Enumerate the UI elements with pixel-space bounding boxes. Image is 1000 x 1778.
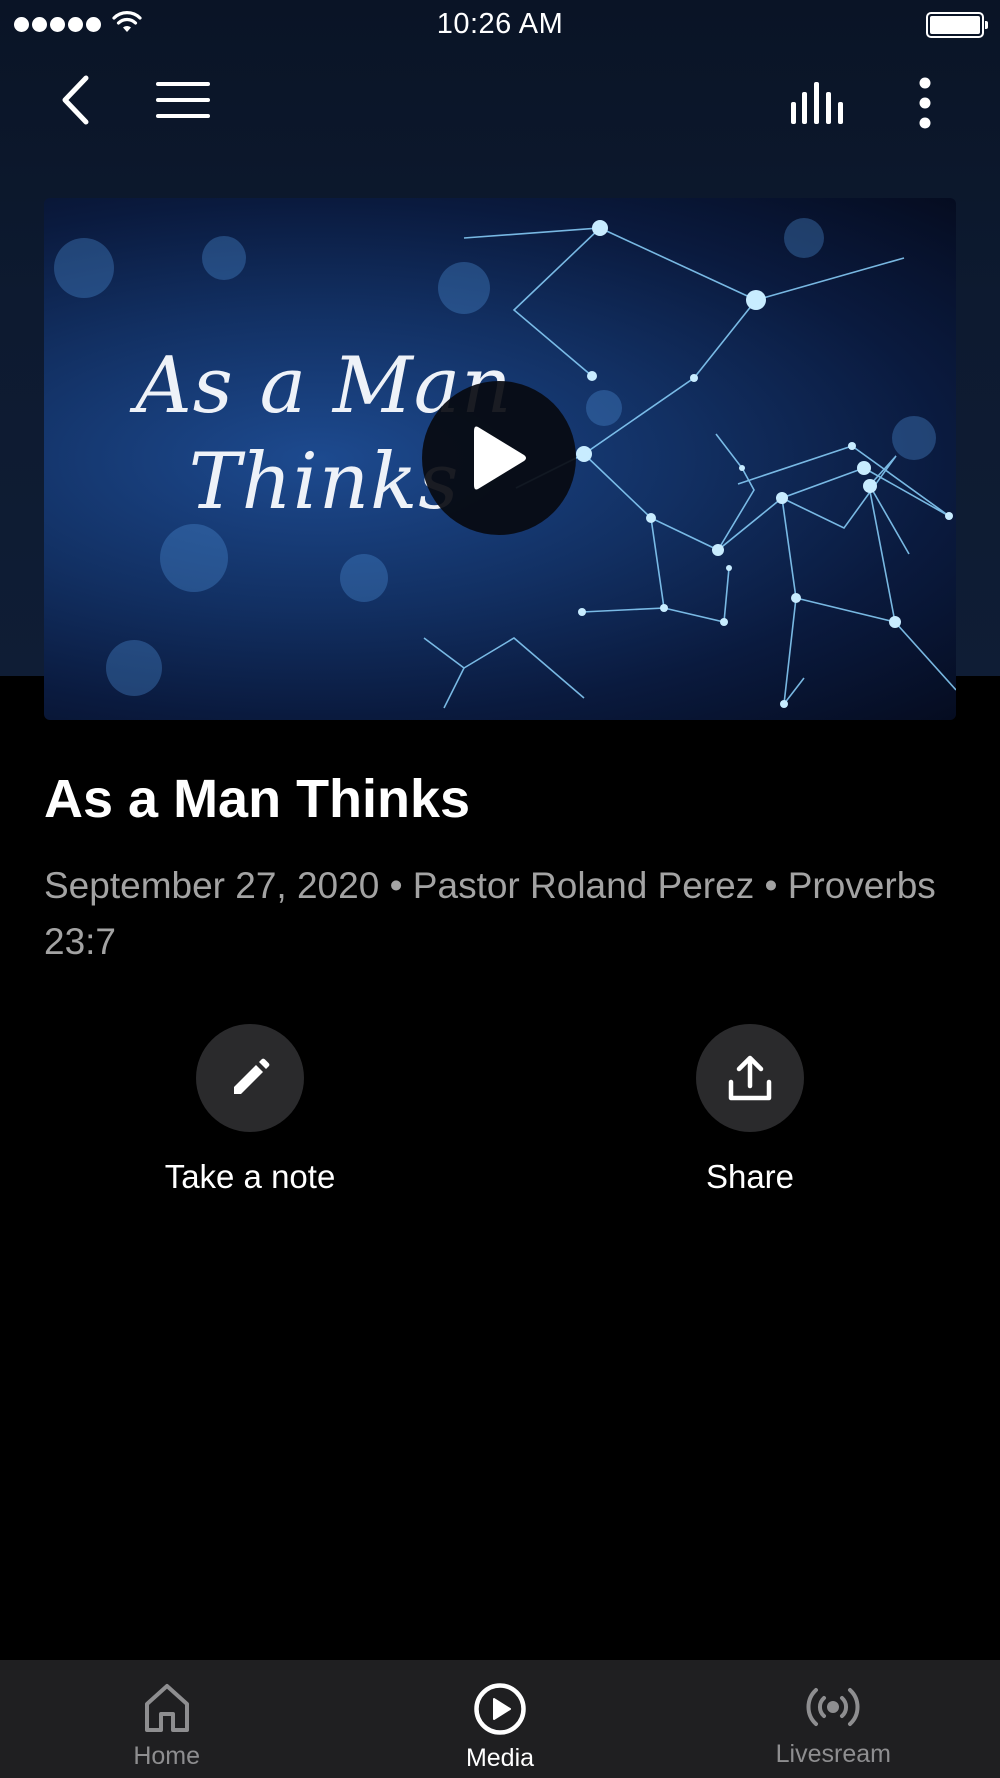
pencil-icon	[234, 1058, 270, 1094]
bottom-tab-bar: Home Media Livesream	[0, 1660, 1000, 1778]
play-circle-icon	[474, 1683, 526, 1735]
tab-home[interactable]: Home	[0, 1660, 333, 1778]
audio-bars-icon	[790, 81, 843, 124]
share-label: Share	[705, 1158, 795, 1195]
home-icon	[144, 1684, 189, 1732]
status-time: 10:26 AM	[436, 8, 564, 40]
hamburger-menu-icon	[155, 82, 210, 118]
menu-button[interactable]	[150, 75, 215, 125]
back-button[interactable]	[50, 70, 100, 130]
sermon-title: As a Man Thinks	[44, 769, 471, 829]
sermon-meta: September 27, 2020 • Pastor Roland Perez…	[44, 865, 936, 962]
broadcast-icon	[806, 1688, 860, 1726]
chevron-left-icon	[62, 75, 89, 125]
share-upload-icon	[728, 1055, 772, 1101]
tab-livestream[interactable]: Livesream	[667, 1660, 1000, 1778]
status-bar: 10:26 AM	[0, 0, 1000, 50]
share-button[interactable]: Share	[620, 1024, 880, 1196]
video-player[interactable]: As a Man Thinks	[44, 198, 956, 720]
vertical-ellipsis-icon	[919, 77, 931, 128]
tab-media[interactable]: Media	[333, 1660, 666, 1778]
play-button[interactable]	[422, 381, 576, 535]
audio-button[interactable]	[785, 75, 850, 130]
tab-home-label: Home	[133, 1742, 200, 1770]
tab-livestream-label: Livesream	[775, 1740, 891, 1768]
tab-media-label: Media	[465, 1744, 535, 1772]
take-note-circle[interactable]	[196, 1024, 304, 1132]
take-note-label: Take a note	[164, 1158, 336, 1195]
more-options-button[interactable]	[905, 70, 945, 135]
take-note-button[interactable]: Take a note	[120, 1024, 380, 1196]
play-icon	[474, 426, 526, 490]
share-circle[interactable]	[696, 1024, 804, 1132]
battery-icon	[926, 12, 988, 38]
